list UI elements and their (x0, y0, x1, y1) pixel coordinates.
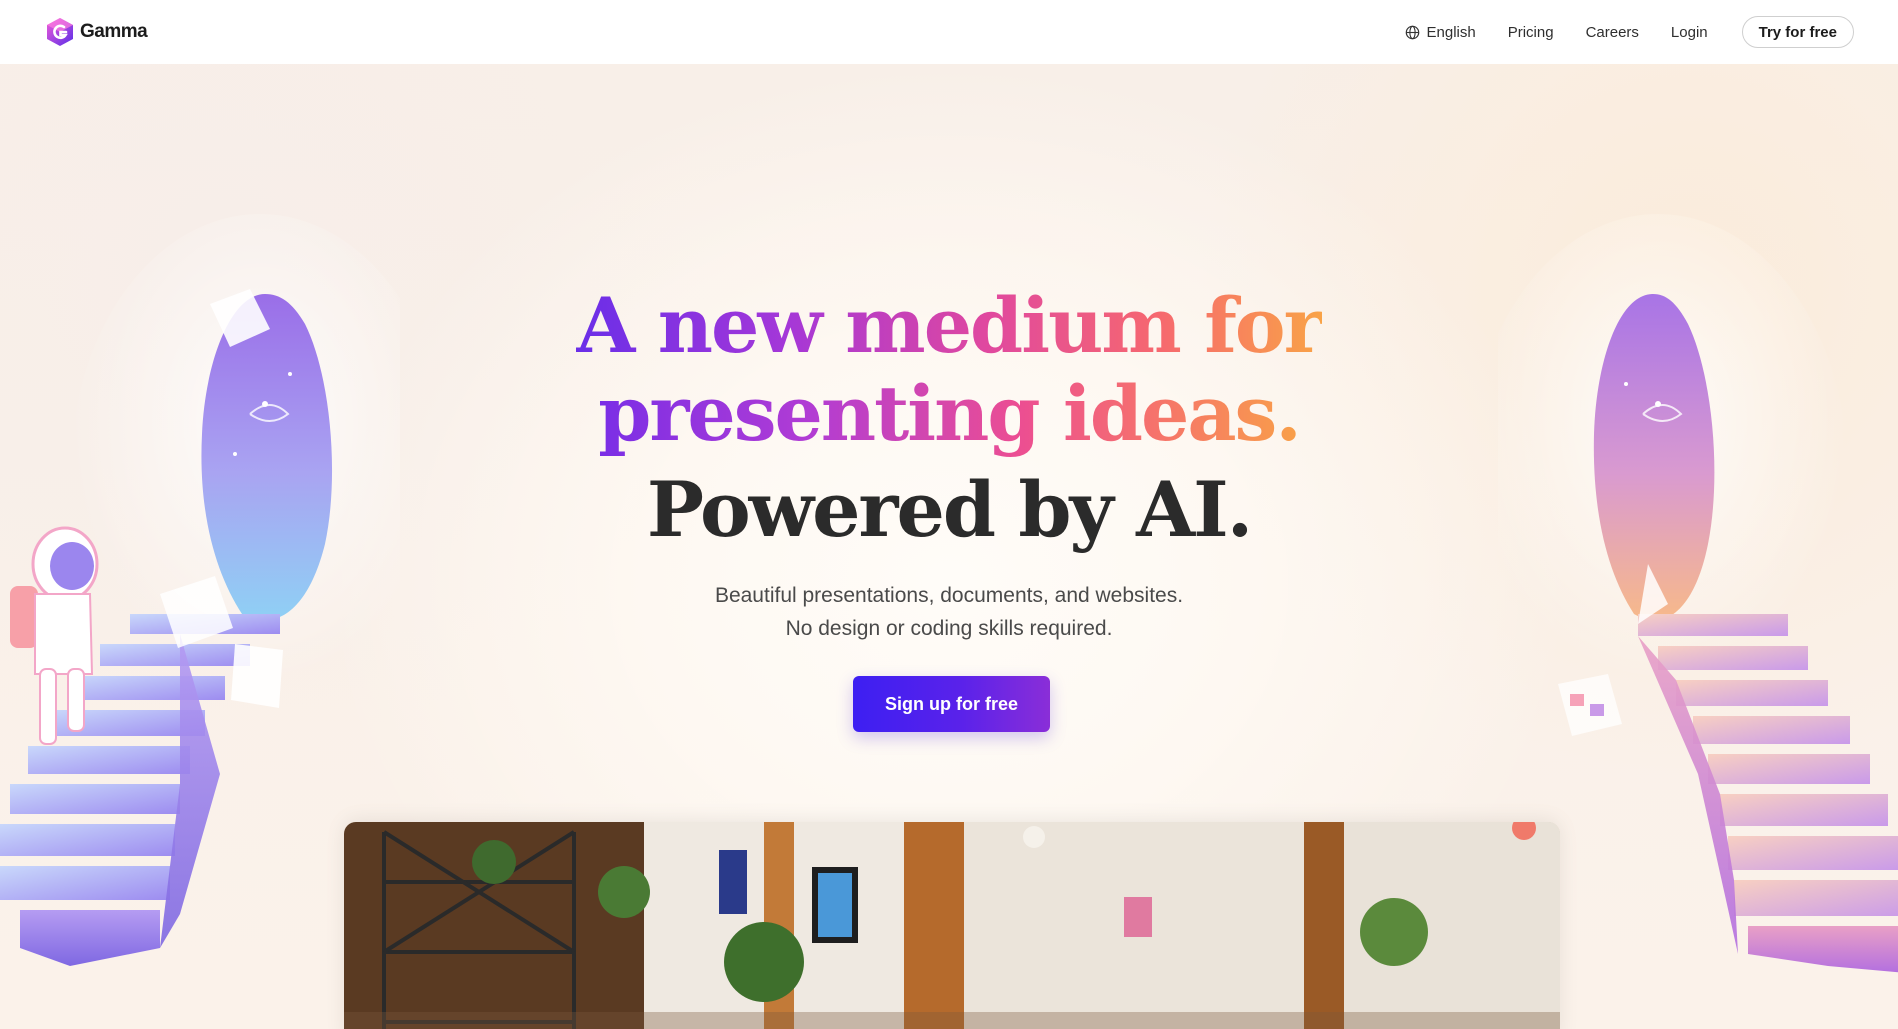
nav-link-login[interactable]: Login (1671, 24, 1708, 41)
try-for-free-button[interactable]: Try for free (1741, 16, 1854, 48)
office-scene-image (344, 822, 1560, 1029)
language-selector[interactable]: English (1405, 24, 1476, 41)
gamma-logo-icon (47, 18, 73, 46)
hero-video-preview[interactable] (344, 822, 1560, 1029)
nav-link-careers[interactable]: Careers (1586, 24, 1639, 41)
hero-subtitle-line1: Beautiful presentations, documents, and … (714, 584, 1184, 607)
hero-headline-line1: A new medium for (0, 282, 1898, 370)
hero-headline-line2: presenting ideas. (0, 370, 1898, 458)
brand-logo[interactable]: Gamma (46, 17, 148, 47)
top-navbar: Gamma English Pricing Careers Login Try … (0, 0, 1898, 64)
headline-presenting-ideas: presenting ideas. (598, 369, 1302, 458)
globe-icon (1405, 25, 1419, 39)
hero-subtitle-line2: No design or coding skills required. (785, 617, 1113, 640)
hero-headline-line3: Powered by AI. (646, 465, 1253, 554)
nav-links: English Pricing Careers Login Try for fr… (1373, 16, 1854, 48)
language-label: English (1426, 23, 1476, 41)
headline-medium-for: medium for (845, 281, 1322, 370)
headline-a-new: A new (576, 281, 846, 370)
nav-link-pricing[interactable]: Pricing (1508, 24, 1554, 41)
sign-up-button[interactable]: Sign up for free (853, 676, 1050, 732)
brand-name: Gamma (80, 21, 148, 42)
